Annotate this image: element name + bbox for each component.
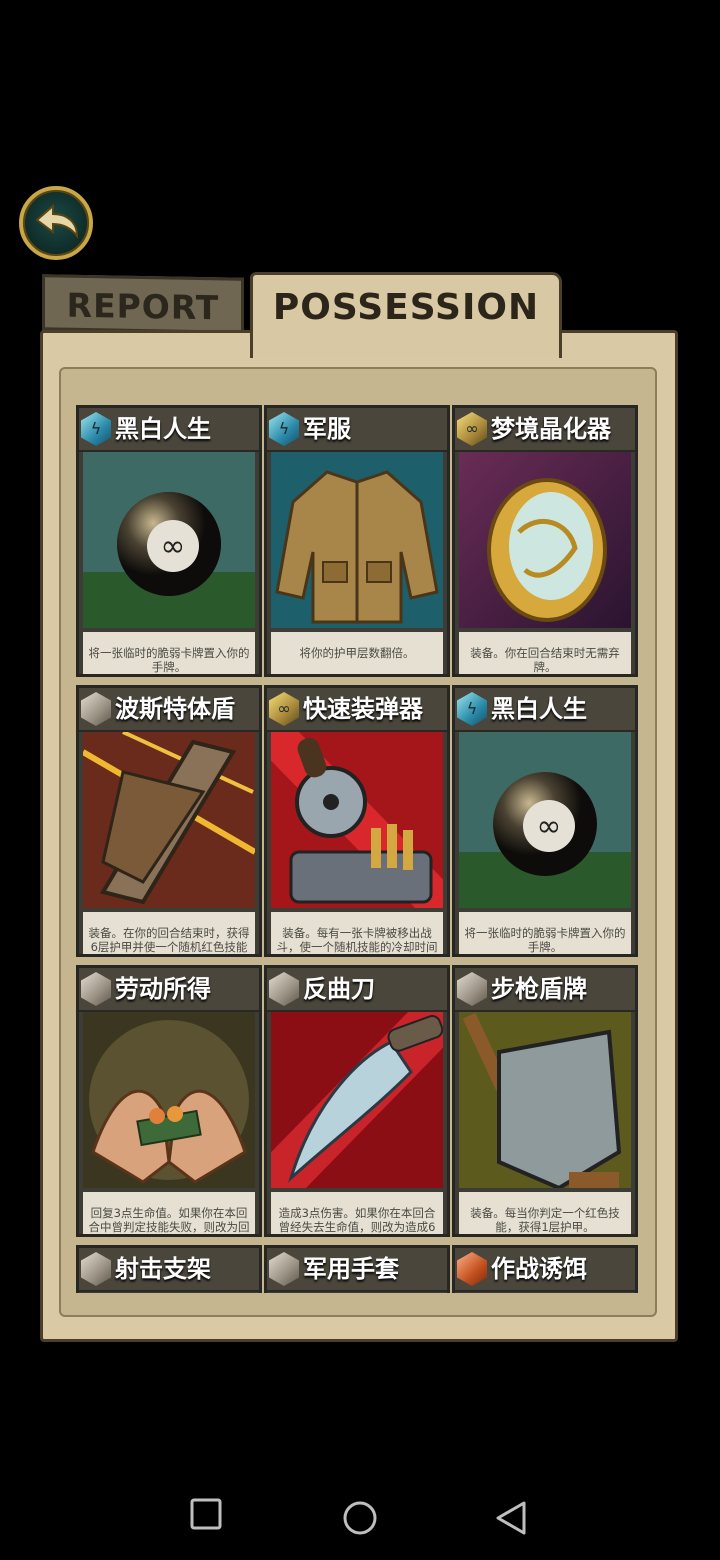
red-gem-icon: [457, 1252, 487, 1286]
card-title: 军用手套: [303, 1255, 399, 1283]
card-title: 劳动所得: [115, 975, 211, 1003]
card-description: 装备。每当你判定一个红色技能，获得1层护甲。: [459, 1192, 631, 1234]
circle-home-icon[interactable]: [342, 1500, 378, 1540]
tab-possession[interactable]: POSSESSION: [250, 272, 562, 358]
card-item[interactable]: ∞ 梦境晶化器 装备。你在回合结束时无需弃牌。: [452, 405, 638, 677]
eight-ball-art: ∞: [83, 452, 255, 628]
back-arrow-icon: [35, 203, 79, 240]
gray-gem-icon: [81, 692, 111, 726]
card-title: 快速装弹器: [303, 695, 423, 723]
gray-gem-icon: [269, 972, 299, 1006]
card-description: 造成3点伤害。如果你在本回合曾经失去生命值，则改为造成6点伤害。: [271, 1192, 443, 1234]
eight-ball-art: ∞: [459, 732, 631, 908]
card-description: 回复3点生命值。如果你在本回合中曾判定技能失败，则改为回复6点。: [83, 1192, 255, 1234]
card-item[interactable]: ϟ 黑白人生 ∞ 将一张临时的脆弱卡牌置入你的手牌。: [76, 405, 262, 677]
gray-gem-icon: [81, 1252, 111, 1286]
tab-report[interactable]: REPORT: [42, 274, 244, 334]
gray-gem-icon: [457, 972, 487, 1006]
card-title: 反曲刀: [303, 975, 375, 1003]
dream-crystal-art: [459, 452, 631, 628]
card-description: 装备。你在回合结束时无需弃牌。: [459, 632, 631, 674]
square-recent-icon[interactable]: [190, 1498, 222, 1534]
card-item[interactable]: 射击支架: [76, 1245, 262, 1293]
post-shield-art: [83, 732, 255, 908]
card-title: 作战诱饵: [491, 1255, 587, 1283]
svg-text:∞: ∞: [537, 809, 562, 844]
card-title: 梦境晶化器: [491, 415, 611, 443]
card-item[interactable]: ∞快速装弹器 装备。每有一张卡牌被移出战斗，使一个随机技能的冷却时间减少1回合。: [264, 685, 450, 957]
card-item[interactable]: ϟ 军服 将你的护甲层数翻倍。: [264, 405, 450, 677]
card-title: 步枪盾牌: [491, 975, 587, 1003]
labor-earnings-art: [83, 1012, 255, 1188]
card-title: 射击支架: [115, 1255, 211, 1283]
card-item[interactable]: 军用手套: [264, 1245, 450, 1293]
gray-gem-icon: [81, 972, 111, 1006]
svg-text:∞: ∞: [161, 529, 186, 564]
card-item[interactable]: 步枪盾牌 装备。每当你判定一个红色技能，获得1层护甲。: [452, 965, 638, 1237]
speed-loader-art: [271, 732, 443, 908]
card-description: 装备。在你的回合结束时，获得6层护甲并使一个随机红色技能的冷却时间增加1回合。: [83, 912, 255, 954]
card-description: 将你的护甲层数翻倍。: [271, 632, 443, 674]
card-description: 装备。每有一张卡牌被移出战斗，使一个随机技能的冷却时间减少1回合。: [271, 912, 443, 954]
recurve-blade-art: [271, 1012, 443, 1188]
triangle-back-icon[interactable]: [494, 1500, 528, 1540]
card-title: 波斯特体盾: [115, 695, 235, 723]
rifle-shield-art: [459, 1012, 631, 1188]
card-grid[interactable]: ϟ 黑白人生 ∞ 将一张临时的脆弱卡牌置入你的手牌。 ϟ 军服 将你的护甲层数翻倍。…: [76, 405, 648, 1293]
card-description: 将一张临时的脆弱卡牌置入你的手牌。: [83, 632, 255, 674]
card-item[interactable]: 波斯特体盾 装备。在你的回合结束时，获得6层护甲并使一个随机红色技能的冷却时间增…: [76, 685, 262, 957]
card-title: 军服: [303, 415, 351, 443]
gray-gem-icon: [269, 1252, 299, 1286]
system-nav-bar: [0, 1470, 720, 1560]
uniform-jacket-art: [271, 452, 443, 628]
card-item[interactable]: 作战诱饵: [452, 1245, 638, 1293]
card-item[interactable]: 反曲刀 造成3点伤害。如果你在本回合曾经失去生命值，则改为造成6点伤害。: [264, 965, 450, 1237]
card-title: 黑白人生: [491, 695, 587, 723]
card-description: 将一张临时的脆弱卡牌置入你的手牌。: [459, 912, 631, 954]
card-item[interactable]: ϟ 黑白人生 ∞ 将一张临时的脆弱卡牌置入你的手牌。: [452, 685, 638, 957]
card-item[interactable]: 劳动所得 回复3点生命值。如果你在本回合中曾判定技能失败，则改为回复6点。: [76, 965, 262, 1237]
card-title: 黑白人生: [115, 415, 211, 443]
back-button[interactable]: [19, 186, 93, 260]
